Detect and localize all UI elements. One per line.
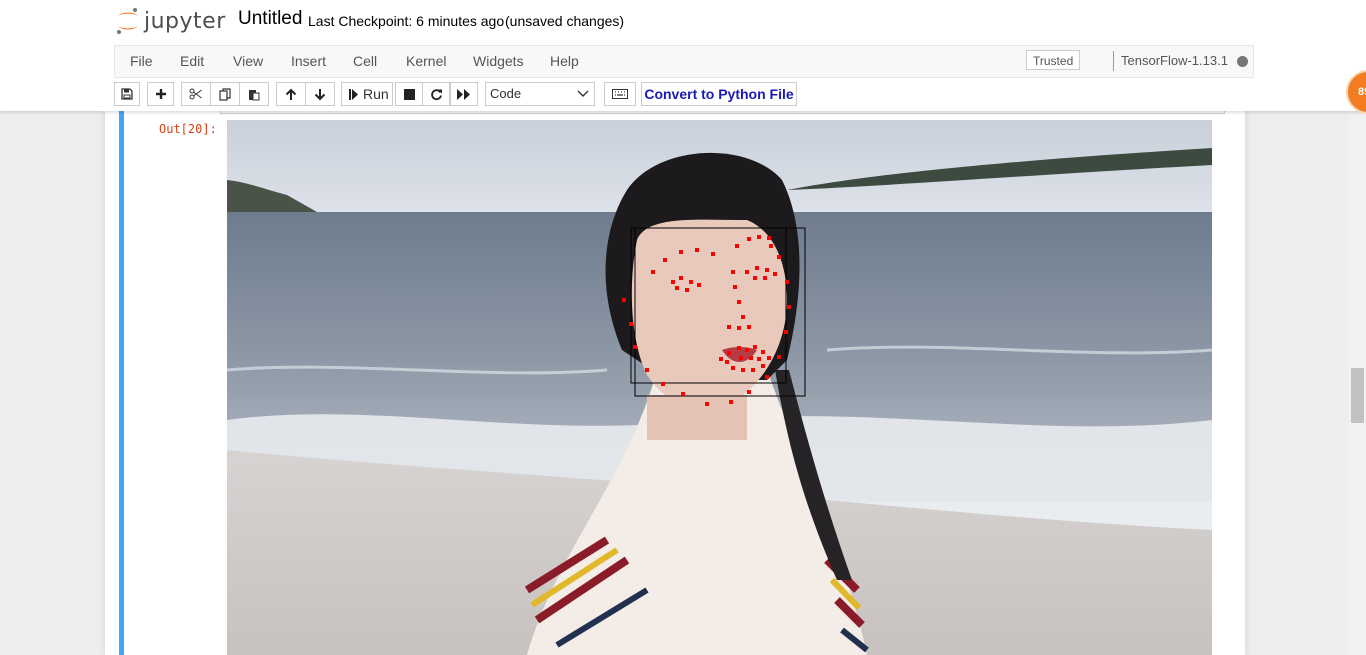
- restart-kernel-button[interactable]: [422, 82, 450, 106]
- scrollbar-thumb[interactable]: [1351, 368, 1364, 423]
- face-landmark-photo: [227, 120, 1212, 655]
- paste-icon: [249, 89, 260, 100]
- menu-widgets[interactable]: Widgets: [473, 53, 524, 69]
- notebook-header: jupyter Untitled Last Checkpoint: 6 minu…: [0, 0, 1366, 111]
- command-palette-button[interactable]: [604, 82, 636, 106]
- insert-cell-button[interactable]: [147, 82, 174, 106]
- menu-cell[interactable]: Cell: [353, 53, 377, 69]
- kernel-name[interactable]: TensorFlow-1.13.1: [1121, 53, 1228, 68]
- interrupt-kernel-button[interactable]: [395, 82, 423, 106]
- cell-type-value: Code: [490, 86, 522, 101]
- page-scrollbar[interactable]: [1349, 111, 1366, 655]
- output-cell[interactable]: Out[20]:: [119, 111, 1231, 655]
- cell-selected-indicator: [119, 111, 124, 655]
- kernel-separator: [1113, 51, 1114, 71]
- stop-icon: [403, 88, 415, 100]
- out-prompt: Out[20]:: [159, 122, 217, 136]
- notebook-container: Out[20]:: [105, 111, 1245, 655]
- cut-button[interactable]: [181, 82, 211, 106]
- menu-kernel[interactable]: Kernel: [406, 53, 446, 69]
- menu-help[interactable]: Help: [550, 53, 579, 69]
- jupyter-logo-icon: [117, 8, 138, 34]
- kernel-status-icon: [1237, 56, 1248, 67]
- cell-type-select[interactable]: Code: [485, 82, 595, 106]
- menu-view[interactable]: View: [233, 53, 263, 69]
- run-button-label: Run: [363, 86, 389, 102]
- jupyter-logo[interactable]: jupyter: [116, 6, 226, 36]
- plus-icon: [155, 89, 166, 99]
- menu-bar: File Edit View Insert Cell Kernel Widget…: [114, 45, 1254, 78]
- copy-icon: [219, 87, 231, 101]
- copy-button[interactable]: [210, 82, 240, 106]
- output-image: [227, 120, 1212, 655]
- arrow-down-icon: [314, 88, 326, 100]
- arrow-up-icon: [285, 88, 297, 100]
- save-status: (unsaved changes): [505, 13, 625, 29]
- keyboard-icon: [612, 89, 628, 99]
- previous-input-area: [220, 111, 1225, 114]
- chevron-down-icon: [577, 90, 589, 97]
- scissors-icon: [189, 88, 202, 100]
- step-forward-icon: [349, 88, 358, 100]
- restart-icon: [430, 88, 442, 100]
- menu-file[interactable]: File: [130, 53, 153, 69]
- save-icon: [121, 88, 133, 100]
- notebook-title[interactable]: Untitled: [238, 8, 302, 30]
- paste-button[interactable]: [239, 82, 269, 106]
- jupyter-logo-text: jupyter: [144, 8, 226, 34]
- convert-to-python-button[interactable]: Convert to Python File: [641, 82, 797, 106]
- trusted-indicator[interactable]: Trusted: [1026, 50, 1080, 70]
- save-button[interactable]: [114, 82, 140, 106]
- checkpoint-status: Last Checkpoint: 6 minutes ago: [308, 13, 505, 29]
- move-up-button[interactable]: [276, 82, 306, 106]
- fast-forward-icon: [457, 88, 470, 100]
- menu-edit[interactable]: Edit: [180, 53, 204, 69]
- menu-insert[interactable]: Insert: [291, 53, 326, 69]
- run-button[interactable]: Run: [341, 82, 393, 106]
- move-down-button[interactable]: [305, 82, 335, 106]
- restart-run-all-button[interactable]: [450, 82, 478, 106]
